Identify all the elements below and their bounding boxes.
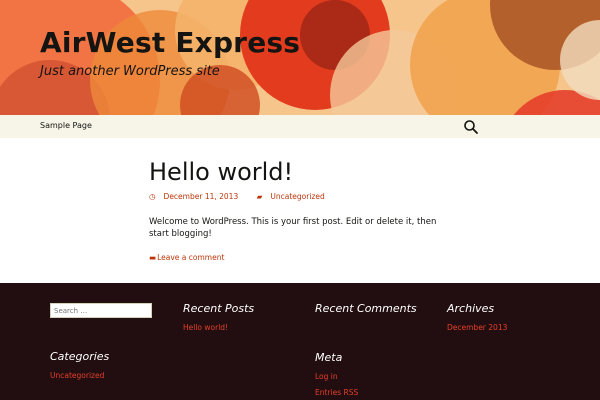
search-icon[interactable] bbox=[463, 119, 479, 135]
meta-title: Meta bbox=[315, 351, 343, 364]
search-input[interactable] bbox=[50, 303, 152, 318]
site-tagline: Just another WordPress site bbox=[40, 64, 220, 79]
category-link[interactable]: Uncategorized bbox=[50, 371, 104, 380]
recent-post-link[interactable]: Hello world! bbox=[183, 323, 228, 332]
post-body: Welcome to WordPress. This is your first… bbox=[149, 217, 437, 239]
leave-comment-label: Leave a comment bbox=[157, 253, 225, 262]
leave-comment-link[interactable]: ▬Leave a comment bbox=[149, 253, 224, 262]
categories-title: Categories bbox=[50, 350, 110, 363]
recent-posts-title: Recent Posts bbox=[183, 302, 255, 315]
footer-widgets: Recent Posts Hello world! Recent Comment… bbox=[0, 283, 600, 400]
archives-title: Archives bbox=[447, 302, 495, 315]
site-header: AirWest Express Just another WordPress s… bbox=[0, 0, 600, 115]
archive-link[interactable]: December 2013 bbox=[447, 323, 507, 332]
main-content: Hello world! ◷ December 11, 2013 ▰ Uncateg… bbox=[0, 138, 600, 283]
site-title[interactable]: AirWest Express bbox=[40, 26, 300, 59]
post-category: Uncategorized bbox=[270, 192, 325, 201]
post-date: December 11, 2013 bbox=[163, 192, 239, 201]
main-navigation: Sample Page bbox=[0, 115, 600, 138]
post-meta: ◷ December 11, 2013 ▰ Uncategorized bbox=[149, 192, 341, 201]
post-date-link[interactable]: ◷ December 11, 2013 bbox=[149, 192, 246, 201]
nav-item-sample-page[interactable]: Sample Page bbox=[40, 121, 92, 130]
comment-icon: ▬ bbox=[149, 253, 157, 262]
clock-icon: ◷ bbox=[149, 192, 156, 201]
entries-rss-link[interactable]: Entries RSS bbox=[315, 388, 358, 397]
folder-icon: ▰ bbox=[256, 192, 263, 201]
login-link[interactable]: Log in bbox=[315, 372, 338, 381]
recent-comments-title: Recent Comments bbox=[315, 302, 417, 315]
post-title[interactable]: Hello world! bbox=[149, 158, 293, 186]
post-category-link[interactable]: ▰ Uncategorized bbox=[257, 192, 333, 201]
